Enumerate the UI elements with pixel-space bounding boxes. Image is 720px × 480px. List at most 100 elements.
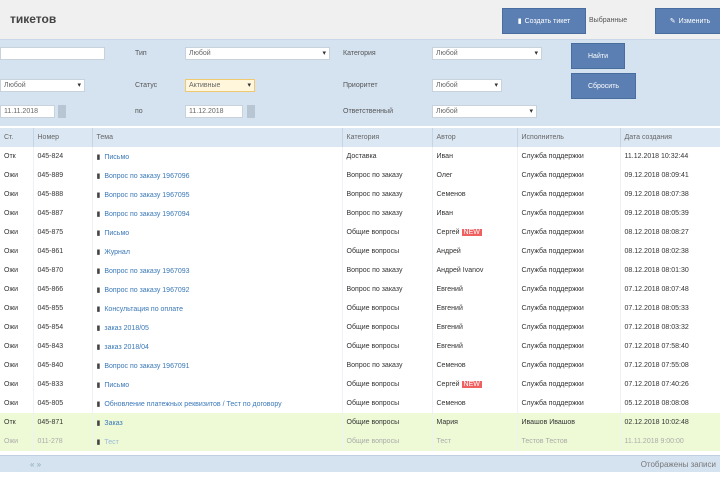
column-header[interactable]: Исполнитель [517,128,621,147]
ticket-icon: ▮ [96,172,101,180]
subject-link[interactable]: Вопрос по заказу 1967094 [104,211,189,218]
subject-link[interactable]: Письмо [104,230,129,237]
subject-link[interactable]: Журнал [104,249,130,256]
subject-link[interactable]: заказ 2018/04 [104,344,149,351]
status-label: Статус [135,82,158,89]
author-cell: Евгений [432,299,518,318]
author-cell: Семенов [432,394,518,413]
table-row[interactable]: Отк 045-824 ▮ Письмо Доставка Иван Служба… [0,147,720,166]
category-cell: Вопрос по заказу [342,280,433,299]
subject-link[interactable]: заказ 2018/05 [104,325,149,332]
date-cell: 08.12.2018 08:02:38 [620,242,720,261]
ticket-icon: ▮ [96,362,101,370]
column-header[interactable]: Ст. [0,128,34,147]
table-row[interactable]: Ожи 045-866 ▮ Вопрос по заказу 1967092 Во… [0,280,720,299]
table-row[interactable]: Ожи 045-887 ▮ Вопрос по заказу 1967094 Во… [0,204,720,223]
category-cell: Вопрос по заказу [342,185,433,204]
ticket-icon: ▮ [96,229,101,237]
table-row[interactable]: Ожи 045-870 ▮ Вопрос по заказу 1967093 Во… [0,261,720,280]
date-cell: 07.12.2018 07:55:08 [620,356,720,375]
category-cell: Общие вопросы [342,432,433,451]
subject-cell: ▮ Тест [92,432,343,451]
column-header[interactable]: Дата создания [620,128,720,147]
subject-link[interactable]: Вопрос по заказу 1967093 [104,268,189,275]
table-row[interactable]: Ожи 011-278 ▮ Тест Общие вопросы Тест Тес… [0,432,720,451]
category-cell: Вопрос по заказу [342,356,433,375]
category-cell: Доставка [342,147,433,166]
assignee-label: Ответственный [343,108,393,115]
table-row[interactable]: Ожи 045-861 ▮ Журнал Общие вопросы Андрей… [0,242,720,261]
type-select[interactable]: Любой [185,47,330,60]
author-cell: Евгений [432,318,518,337]
table-row[interactable]: Ожи 045-833 ▮ Письмо Общие вопросы Сергей… [0,375,720,394]
table-row[interactable]: Ожи 045-889 ▮ Вопрос по заказу 1967096 Во… [0,166,720,185]
date-cell: 07.12.2018 07:40:26 [620,375,720,394]
status-cell: Ожи [0,299,34,318]
subject-cell: ▮ Обновление платежных реквизитов / Тест … [92,394,343,413]
table-row[interactable]: Ожи 045-805 ▮ Обновление платежных реквиз… [0,394,720,413]
assignee-select[interactable]: Любой [432,105,537,118]
search-input[interactable] [0,47,105,60]
subject-link[interactable]: Письмо [104,382,129,389]
number-cell: 011-278 [33,432,93,451]
ticket-icon: ▮ [96,305,101,313]
subject-link[interactable]: Консультация по оплате [104,306,183,313]
status-cell: Ожи [0,166,34,185]
subject-cell: ▮ Вопрос по заказу 1967094 [92,204,343,223]
date-cell: 05.12.2018 08:08:08 [620,394,720,413]
status-select[interactable]: Активные [185,79,255,92]
calendar-icon[interactable] [247,105,255,118]
status-cell: Отк [0,147,34,166]
assignee-cell: Служба поддержки [517,242,621,261]
table-row[interactable]: Ожи 045-888 ▮ Вопрос по заказу 1967095 Во… [0,185,720,204]
calendar-icon[interactable] [58,105,66,118]
find-button[interactable]: Найти [571,43,625,69]
table-row[interactable]: Отк 045-871 ▮ Заказ Общие вопросы Мария И… [0,413,720,432]
ticket-icon: ▮ [96,419,101,427]
subject-link[interactable]: Обновление платежных реквизитов / Тест п… [104,401,281,408]
date-from-input[interactable]: 11.11.2018 [0,105,55,118]
subject-link[interactable]: Заказ [104,420,122,427]
date-cell: 07.12.2018 07:58:40 [620,337,720,356]
ticket-icon: ▮ [96,324,101,332]
column-header[interactable]: Номер [33,128,93,147]
ticket-icon: ▮ [96,438,101,446]
date-cell: 07.12.2018 08:03:32 [620,318,720,337]
table-row[interactable]: Ожи 045-840 ▮ Вопрос по заказу 1967091 Во… [0,356,720,375]
number-cell: 045-889 [33,166,93,185]
date-to-input[interactable]: 11.12.2018 [185,105,243,118]
subject-link[interactable]: Вопрос по заказу 1967092 [104,287,189,294]
subject-cell: ▮ Журнал [92,242,343,261]
reset-button[interactable]: Сбросить [571,73,636,99]
priority-select[interactable]: Любой [432,79,502,92]
edit-button[interactable]: ✎ Изменить [655,8,720,34]
status-cell: Ожи [0,280,34,299]
table-row[interactable]: Ожи 045-843 ▮ заказ 2018/04 Общие вопросы… [0,337,720,356]
pager[interactable]: « » [30,460,41,469]
author-cell: Семенов [432,185,518,204]
filter-select[interactable]: Любой [0,79,85,92]
subject-link[interactable]: Вопрос по заказу 1967095 [104,192,189,199]
subject-link[interactable]: Вопрос по заказу 1967091 [104,363,189,370]
assignee-cell: Служба поддержки [517,204,621,223]
create-ticket-button[interactable]: ▮ Создать тикет [502,8,586,34]
table-row[interactable]: Ожи 045-854 ▮ заказ 2018/05 Общие вопросы… [0,318,720,337]
table-row[interactable]: Ожи 045-855 ▮ Консультация по оплате Общи… [0,299,720,318]
column-header[interactable]: Категория [342,128,433,147]
subject-link[interactable]: Письмо [104,154,129,161]
author-cell: Евгений [432,337,518,356]
category-cell: Общие вопросы [342,318,433,337]
table-row[interactable]: Ожи 045-875 ▮ Письмо Общие вопросы Сергей… [0,223,720,242]
date-cell: 11.11.2018 9:00:00 [620,432,720,451]
subject-link[interactable]: Вопрос по заказу 1967096 [104,173,189,180]
category-cell: Общие вопросы [342,299,433,318]
column-header[interactable]: Автор [432,128,518,147]
number-cell: 045-833 [33,375,93,394]
category-select[interactable]: Любой [432,47,542,60]
author-cell: Семенов [432,356,518,375]
subject-link[interactable]: Тест [104,439,118,446]
header: тикетов ▮ Создать тикет Выбранные ✎ Измени… [0,0,720,40]
date-cell: 08.12.2018 08:08:27 [620,223,720,242]
category-cell: Общие вопросы [342,413,433,432]
column-header[interactable]: Тема [92,128,343,147]
